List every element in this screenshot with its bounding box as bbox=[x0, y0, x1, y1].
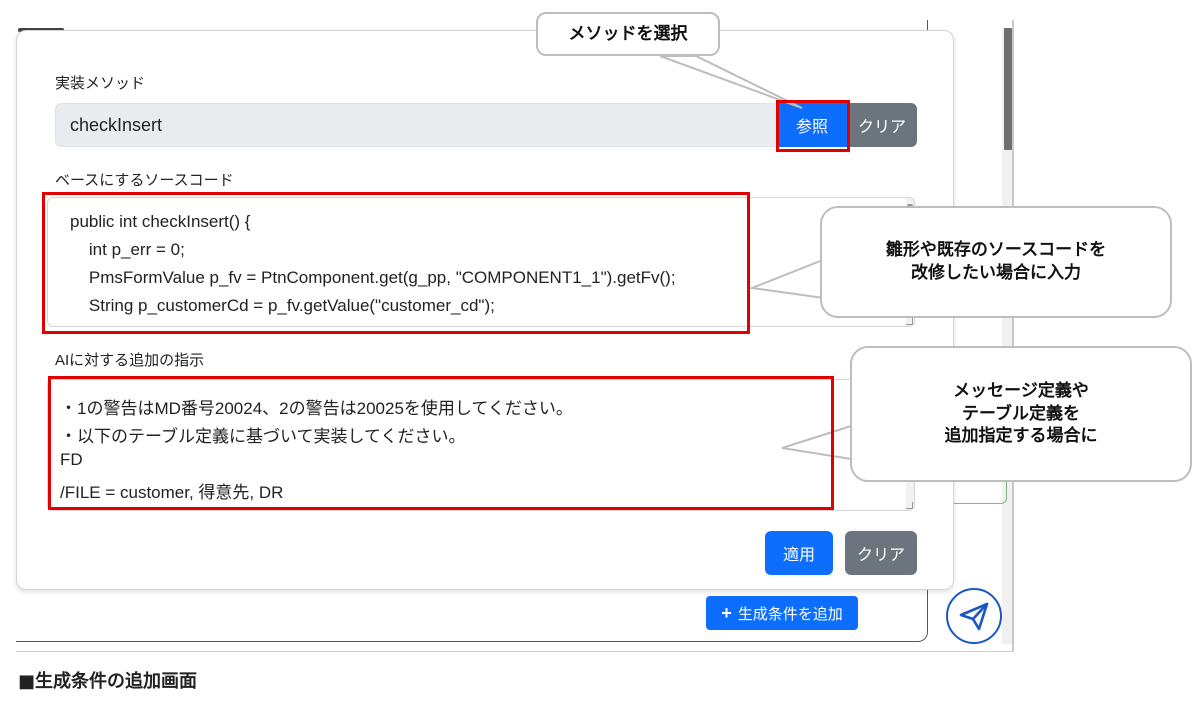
reference-highlight bbox=[776, 100, 850, 152]
instruction-label: AIに対する追加の指示 bbox=[55, 352, 205, 369]
method-clear-button[interactable]: クリア bbox=[847, 103, 917, 147]
source-note-line: 雛形や既存のソースコードを bbox=[885, 240, 1107, 261]
add-condition-button[interactable]: + 生成条件を追加 bbox=[706, 596, 858, 630]
instruction-note-line: メッセージ定義や bbox=[953, 380, 1089, 401]
send-button[interactable] bbox=[946, 588, 1002, 644]
base-source-label: ベースにするソースコード bbox=[55, 172, 234, 189]
apply-button[interactable]: 適用 bbox=[765, 531, 833, 575]
source-highlight bbox=[42, 192, 750, 334]
method-input[interactable]: checkInsert bbox=[55, 103, 777, 147]
instruction-note-line: 追加指定する場合に bbox=[944, 426, 1098, 447]
select-method-callout: メソッドを選択 bbox=[536, 12, 720, 56]
page-scrollbar-thumb[interactable] bbox=[1004, 28, 1012, 150]
instruction-highlight bbox=[48, 376, 834, 510]
source-note-text: 雛形や既存のソースコードを 改修したい場合に入力 bbox=[886, 239, 1106, 285]
select-method-text: メソッドを選択 bbox=[568, 23, 688, 44]
instruction-note-callout: メッセージ定義や テーブル定義を 追加指定する場合に bbox=[850, 346, 1192, 482]
plus-icon: + bbox=[721, 603, 732, 623]
add-condition-label: 生成条件を追加 bbox=[737, 605, 843, 623]
instruction-resize-handle[interactable] bbox=[906, 502, 913, 509]
paper-plane-icon bbox=[959, 602, 989, 631]
dialog-clear-button[interactable]: クリア bbox=[845, 531, 917, 575]
source-note-line: 改修したい場合に入力 bbox=[911, 263, 1081, 283]
page-caption: ■生成条件の追加画面 bbox=[18, 671, 198, 692]
source-resize-handle[interactable] bbox=[906, 318, 913, 325]
instruction-note-line: テーブル定義を bbox=[962, 403, 1080, 424]
instruction-note-text: メッセージ定義や テーブル定義を 追加指定する場合に bbox=[945, 380, 1098, 449]
source-note-callout: 雛形や既存のソースコードを 改修したい場合に入力 bbox=[820, 206, 1172, 318]
method-label: 実装メソッド bbox=[55, 75, 146, 92]
